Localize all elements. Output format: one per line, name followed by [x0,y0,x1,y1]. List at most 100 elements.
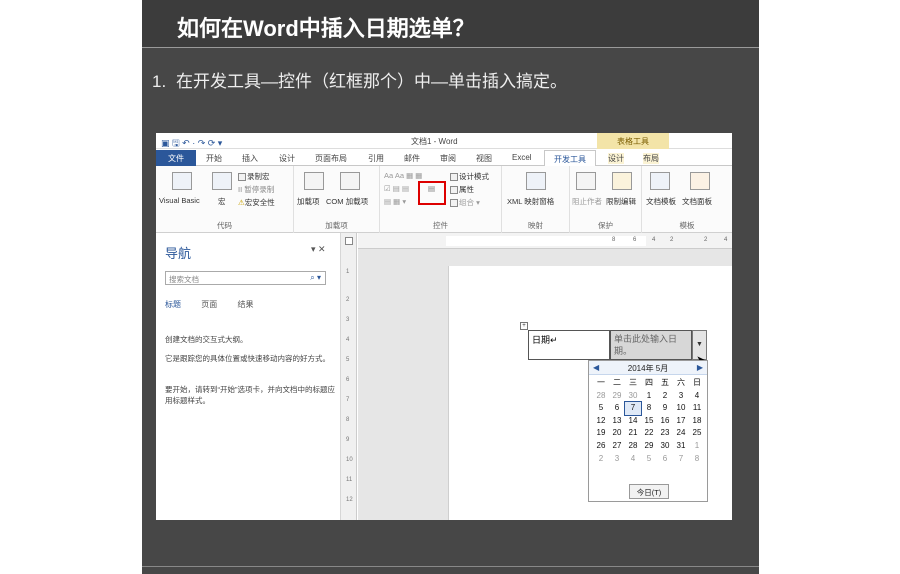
tab-mailings[interactable]: 邮件 [404,153,420,164]
calendar-day[interactable]: 28 [625,440,641,453]
tab-design[interactable]: 设计 [279,153,295,164]
next-month-icon[interactable]: ▶ [697,363,703,372]
step-description: 在开发工具—控件（红框那个）中—单击插入搞定。 [176,72,567,91]
search-input[interactable]: 搜索文档 ⌕ ▾ [165,271,326,285]
date-picker-field[interactable]: 单击此处输入日期。 [610,330,692,360]
properties-button[interactable]: 属性 [450,184,474,195]
calendar-day[interactable]: 5 [641,453,657,466]
tab-excel[interactable]: Excel [512,153,532,162]
calendar-day[interactable]: 15 [641,415,657,428]
tab-table-design[interactable]: 设计 [608,153,624,164]
calendar-day[interactable]: 22 [641,427,657,440]
calendar-day[interactable]: 29 [641,440,657,453]
calendar-day[interactable]: 2 [657,390,673,403]
chevron-down-icon[interactable]: ▾ [311,244,316,254]
calendar-day[interactable]: 7 [624,401,642,416]
calendar-day[interactable]: 6 [657,453,673,466]
calendar-day[interactable]: 31 [673,440,689,453]
calendar-day[interactable]: 18 [689,415,705,428]
tab-layout[interactable]: 页面布局 [315,153,347,164]
document-panel-button[interactable]: 文档面板 [682,196,712,207]
nav-tab-pages[interactable]: 页面 [201,300,217,309]
calendar-day[interactable]: 16 [657,415,673,428]
calendar-day[interactable]: 23 [657,427,673,440]
pause-recording-button[interactable]: II 暂停录制 [238,184,274,195]
legacy-tools-button[interactable]: ▤ ▦ ▾ [384,197,406,206]
today-button[interactable]: 今日(T) [629,484,669,499]
calendar-day[interactable]: 30 [625,390,641,403]
addins-button[interactable]: 加载项 [297,196,320,207]
group-button[interactable]: 组合 ▾ [450,197,480,208]
tab-table-layout[interactable]: 布局 [643,153,659,164]
calendar-week-row: 2345678 [593,453,705,466]
calendar-day[interactable]: 4 [625,453,641,466]
calendar-day[interactable]: 27 [609,440,625,453]
calendar-day[interactable]: 5 [593,402,609,415]
block-authors-button[interactable]: 阻止作者 [572,196,602,207]
tab-insert[interactable]: 插入 [242,153,258,164]
document-template-button[interactable]: 文档模板 [646,196,676,207]
close-icon[interactable]: ✕ [318,244,326,254]
rich-text-control-button[interactable]: Aa Aa ▦ ▦ [384,171,422,180]
table-cell-date-label[interactable]: 日期↵ [528,330,610,360]
calendar-day[interactable]: 8 [689,453,705,466]
tab-developer[interactable]: 开发工具 [544,150,596,167]
search-icon[interactable]: ⌕ ▾ [310,273,321,283]
checkbox-control-button[interactable]: ☑ ▤ ▤ [384,184,409,193]
calendar-day[interactable]: 6 [609,402,625,415]
calendar-week-row: 12 13 14 15 16 17 18 [593,415,705,428]
macro-button[interactable]: 宏 [218,196,226,207]
calendar-day[interactable]: 29 [609,390,625,403]
calendar-day[interactable]: 14 [625,415,641,428]
group-code: Visual Basic 宏 录制宏 II 暂停录制 ⚠宏安全性 代码 [156,166,294,233]
calendar-day[interactable]: 4 [689,390,705,403]
restrict-editing-button[interactable]: 限制编辑 [606,196,636,207]
record-icon [238,173,246,182]
nav-tab-headings[interactable]: 标题 [165,300,181,309]
calendar-day[interactable]: 2 [593,453,609,466]
calendar-day[interactable]: 17 [673,415,689,428]
calendar-day[interactable]: 28 [593,390,609,403]
calendar-day[interactable]: 8 [641,402,657,415]
design-mode-button[interactable]: 设计模式 [450,171,489,182]
nav-tab-results[interactable]: 结果 [237,300,253,309]
com-addins-button[interactable]: COM 加载项 [326,196,368,207]
design-mode-icon [450,173,458,182]
tab-selector[interactable] [345,237,353,245]
calendar-day[interactable]: 13 [609,415,625,428]
calendar-day[interactable]: 21 [625,427,641,440]
calendar-day[interactable]: 26 [593,440,609,453]
calendar-day[interactable]: 19 [593,427,609,440]
calendar-day[interactable]: 3 [609,453,625,466]
group-templates: 文档模板 文档面板 模板 [642,166,732,233]
calendar-day[interactable]: 1 [641,390,657,403]
calendar-day[interactable]: 25 [689,427,705,440]
horizontal-ruler: 8 6 4 2 2 4 6 8 10 12 14 16 18 20 [358,233,732,249]
table-move-handle[interactable]: + [520,322,528,330]
record-macro-button[interactable]: 录制宏 [238,171,270,182]
tab-review[interactable]: 审阅 [440,153,456,164]
calendar-day[interactable]: 12 [593,415,609,428]
calendar-day[interactable]: 7 [673,453,689,466]
prev-month-icon[interactable]: ◀ [593,363,599,372]
calendar-day[interactable]: 1 [689,440,705,453]
calendar-day[interactable]: 20 [609,427,625,440]
tab-file[interactable]: 文件 [156,150,196,166]
group-addins-label: 加载项 [325,221,348,230]
calendar-day[interactable]: 30 [657,440,673,453]
calendar-day[interactable]: 10 [673,402,689,415]
tab-references[interactable]: 引用 [368,153,384,164]
calendar-day[interactable]: 9 [657,402,673,415]
xml-mapping-button[interactable]: XML 映射窗格 [507,196,554,207]
visual-basic-button[interactable]: Visual Basic [159,196,200,205]
ruler-white-area [446,236,646,246]
macro-security-button[interactable]: ⚠宏安全性 [238,197,275,208]
step-number: 1. [152,72,167,91]
calendar-day[interactable]: 24 [673,427,689,440]
ribbon-tabs: 文件 开始 插入 设计 页面布局 引用 邮件 审阅 视图 Excel 开发工具 … [156,150,732,167]
tab-home[interactable]: 开始 [206,153,222,164]
calendar-day[interactable]: 3 [673,390,689,403]
nav-pane-controls[interactable]: ▾ ✕ [311,244,326,255]
calendar-day[interactable]: 11 [689,402,705,415]
tab-view[interactable]: 视图 [476,153,492,164]
